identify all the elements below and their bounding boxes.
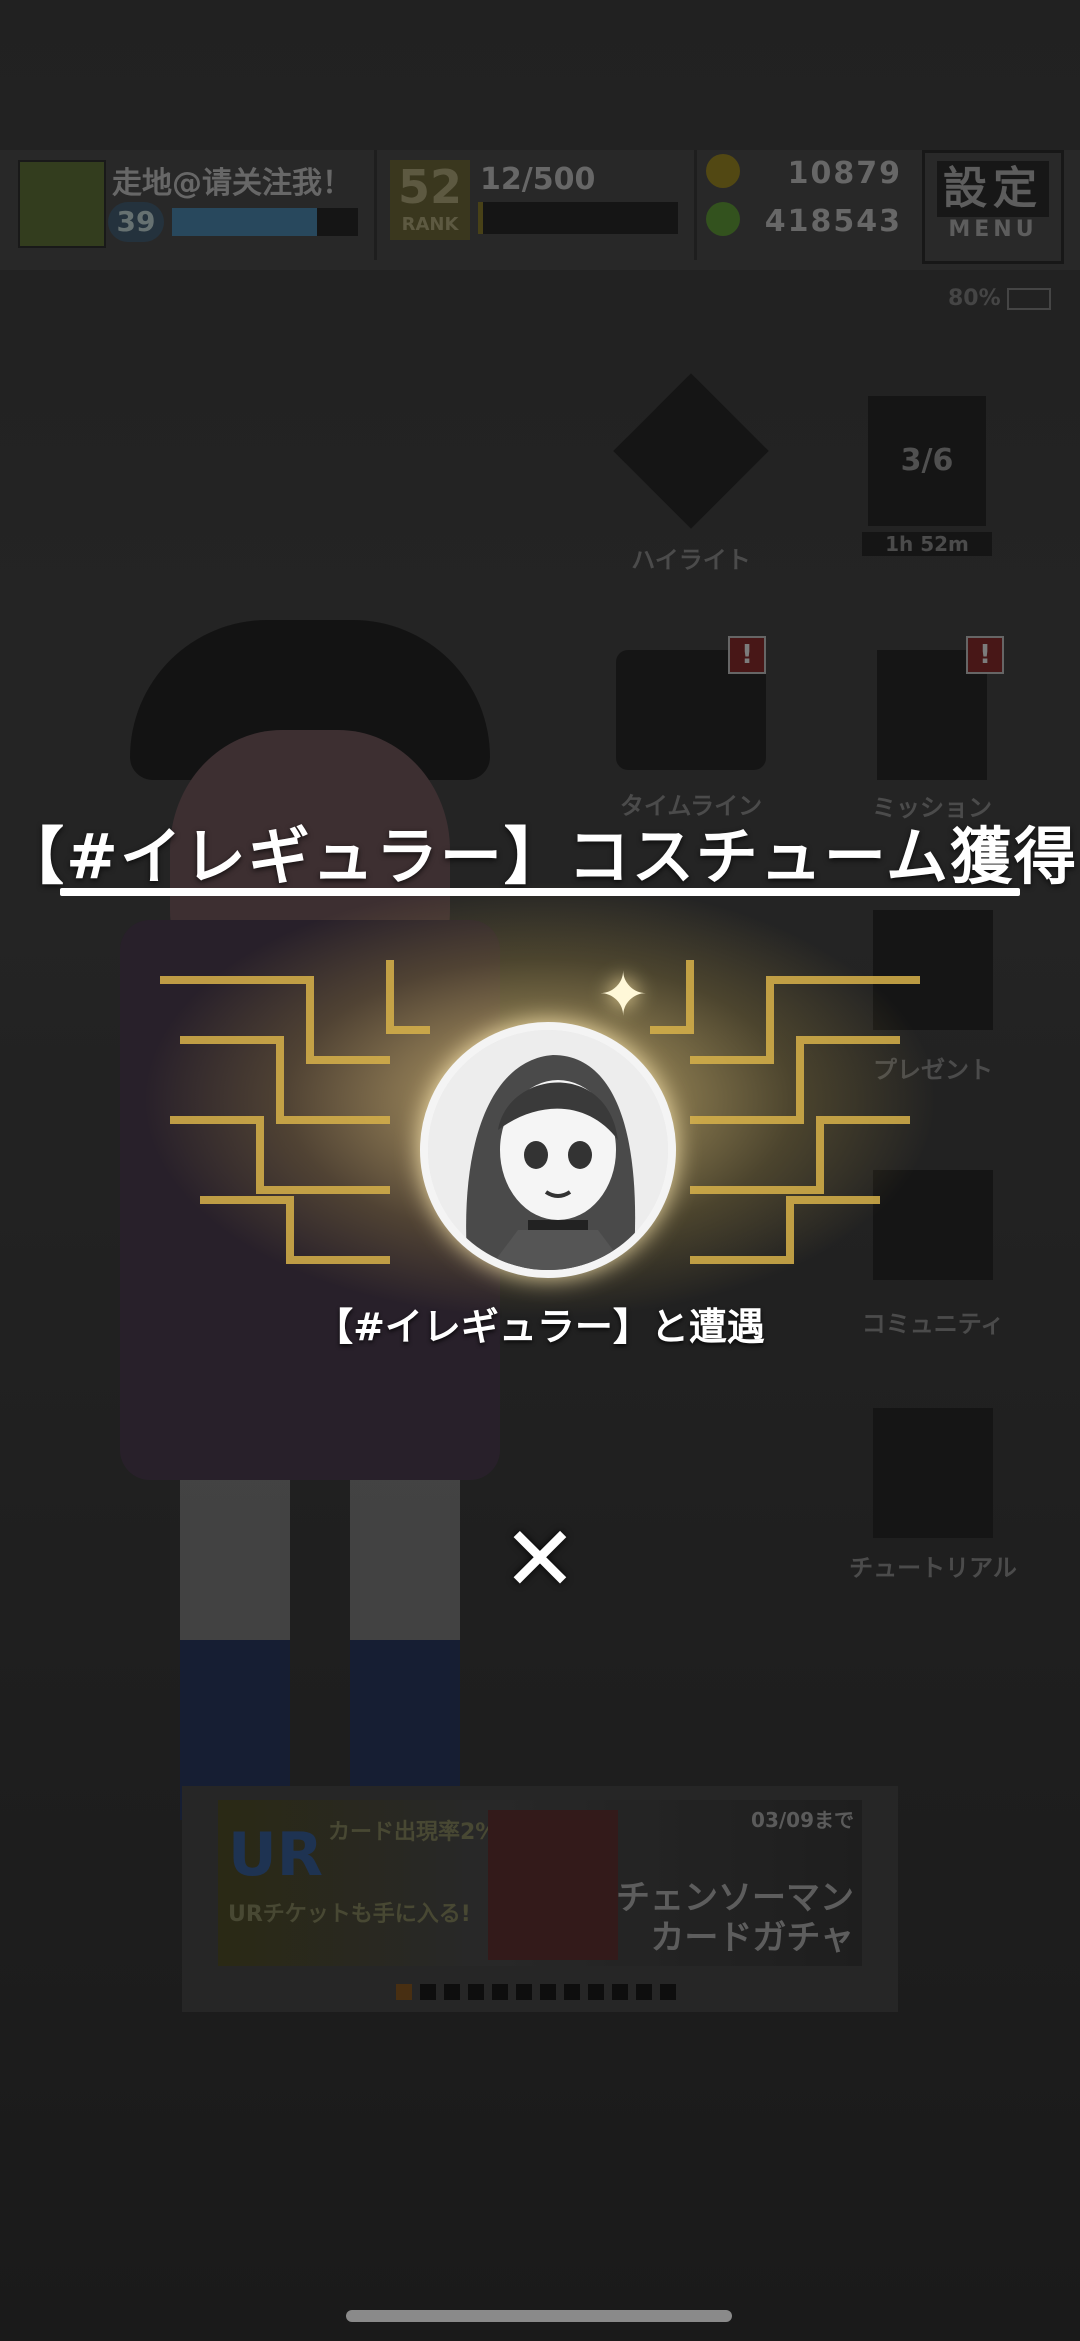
home-indicator[interactable] [346,2310,732,2322]
title-underline [60,888,1020,896]
portrait-caption: 【#イレギュラー】と遭遇 [315,1305,765,1349]
portrait-illustration [428,1030,668,1270]
close-button[interactable]: ✕ [500,1515,580,1605]
character-portrait [420,1022,676,1278]
screen: 走地@请关注我！ 39 52 RANK 12/500 10879 418543 … [0,0,1080,2341]
modal-title: 【#イレギュラー】コスチューム獲得 [1,820,1079,893]
sparkle-icon: ✦ [598,960,649,1030]
